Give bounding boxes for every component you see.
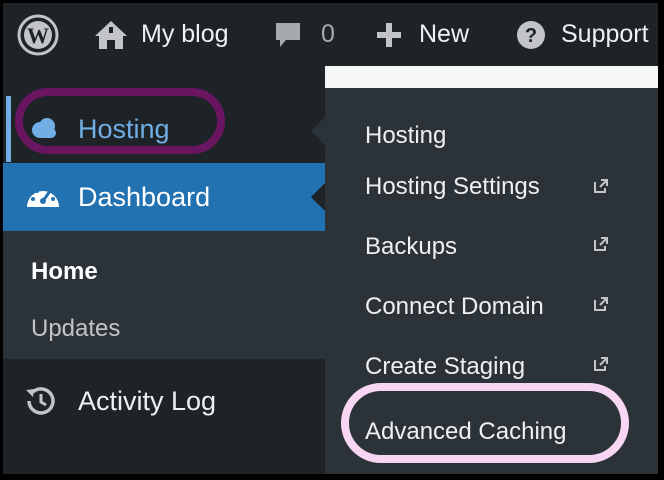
- new-label: New: [419, 20, 470, 48]
- wp-admin-window: W My blog 0 New ? Support Hosting Dashbo…: [3, 3, 658, 474]
- flyout-item-hosting-settings[interactable]: Hosting Settings: [365, 173, 540, 201]
- submenu-item-updates[interactable]: Updates: [31, 315, 120, 343]
- help-question-icon: ?: [517, 20, 545, 49]
- history-icon: [26, 387, 55, 415]
- support-label: Support: [561, 20, 649, 48]
- flyout-pointer-arrow: [311, 117, 325, 145]
- sidebar-item-label: Dashboard: [78, 181, 211, 212]
- flyout-top-strip: [325, 66, 658, 88]
- comment-bubble-icon: [276, 22, 300, 47]
- dashboard-gauge-icon: [27, 186, 59, 207]
- flyout-item-connect-domain[interactable]: Connect Domain: [365, 293, 544, 321]
- wordpress-logo-icon: W: [17, 14, 59, 55]
- sidebar-item-label: Activity Log: [78, 385, 217, 416]
- site-home-link[interactable]: My blog: [93, 3, 229, 66]
- dashboard-submenu: Home Updates: [3, 231, 325, 359]
- svg-text:?: ?: [525, 25, 537, 47]
- site-name: My blog: [141, 20, 229, 48]
- sidebar-item-activity-log[interactable]: Activity Log: [3, 371, 325, 431]
- new-content-button[interactable]: New: [375, 3, 469, 66]
- comments-link[interactable]: 0: [273, 3, 335, 66]
- flyout-item-create-staging[interactable]: Create Staging: [365, 353, 525, 381]
- admin-bar: W My blog 0 New ? Support: [3, 3, 658, 66]
- flyout-item-backups[interactable]: Backups: [365, 233, 457, 261]
- submenu-item-home[interactable]: Home: [31, 258, 98, 286]
- support-link[interactable]: ? Support: [515, 3, 649, 66]
- current-menu-arrow: [311, 183, 325, 211]
- flyout-item-hosting[interactable]: Hosting: [365, 122, 446, 150]
- hosting-highlight-oval: [15, 88, 225, 154]
- advanced-caching-highlight-oval: [341, 383, 629, 463]
- comments-count: 0: [321, 20, 335, 48]
- home-icon: [95, 20, 127, 49]
- external-link-icon: [594, 357, 608, 371]
- external-link-icon: [594, 297, 608, 311]
- wordpress-logo-button[interactable]: W: [17, 3, 59, 66]
- sidebar-item-dashboard[interactable]: Dashboard: [3, 163, 325, 231]
- external-link-icon: [594, 237, 608, 251]
- svg-text:W: W: [27, 23, 49, 48]
- external-link-icon: [594, 179, 608, 193]
- plus-icon: [377, 22, 401, 47]
